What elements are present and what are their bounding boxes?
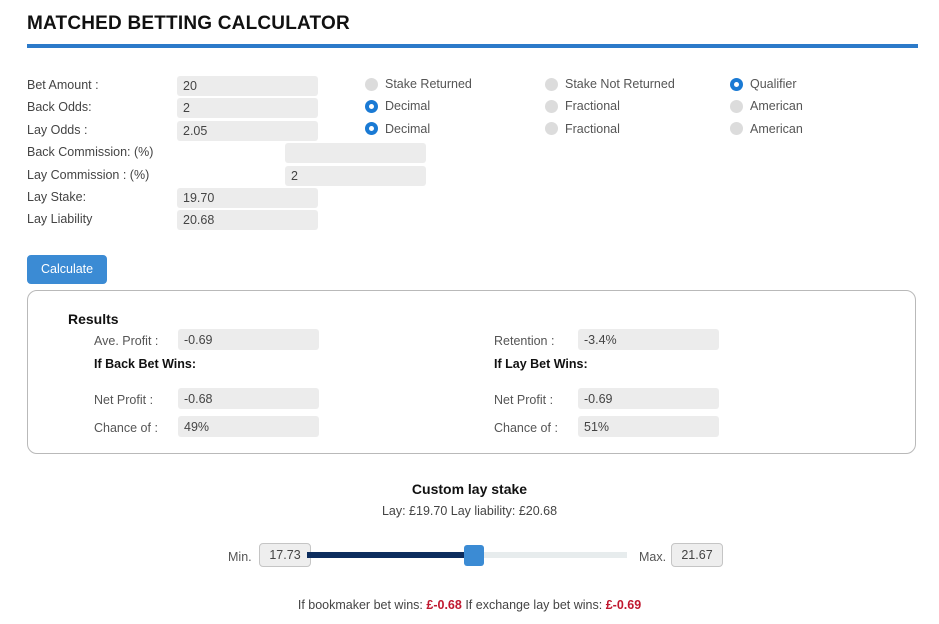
radio-lay-american[interactable]: American	[730, 122, 803, 136]
slider-max-label: Max.	[639, 550, 667, 564]
calculate-button[interactable]: Calculate	[27, 255, 108, 284]
radio-icon-lay-decimal[interactable]	[365, 122, 378, 136]
radio-lay-fractional[interactable]: Fractional	[545, 122, 620, 136]
radio-back-decimal[interactable]: Decimal	[365, 99, 430, 113]
lay-stake-label: Lay Stake:	[27, 189, 87, 204]
form-row-lay-stake: Lay Stake:	[0, 187, 939, 210]
form-row-lay-odds: Lay Odds : Decimal Fractional American	[0, 120, 939, 143]
radio-label-qualifier: Qualifier	[750, 77, 797, 91]
outcome-summary: If bookmaker bet wins: £-0.68 If exchang…	[0, 598, 939, 612]
radio-icon-lay-american[interactable]	[730, 122, 743, 136]
ave-profit-label: Ave. Profit :	[94, 334, 159, 348]
radio-label-stake-not-returned: Stake Not Returned	[565, 77, 675, 91]
radio-label-back-decimal: Decimal	[385, 99, 431, 114]
radio-label-lay-fractional: Fractional	[565, 121, 620, 136]
lay-commission-input[interactable]	[285, 165, 426, 186]
lay-net-profit-value[interactable]	[578, 388, 719, 409]
radio-label-lay-decimal: Decimal	[385, 121, 431, 136]
retention-value[interactable]	[578, 329, 719, 350]
bet-amount-label: Bet Amount :	[27, 78, 99, 92]
lay-odds-label: Lay Odds :	[27, 122, 88, 137]
radio-icon-back-decimal[interactable]	[365, 99, 378, 113]
radio-stake-returned[interactable]: Stake Returned	[365, 77, 472, 91]
form-row-back-odds: Back Odds: Decimal Fractional American	[0, 98, 939, 120]
slider-handle[interactable]	[464, 545, 484, 566]
lay-liability-label: Lay Liability	[27, 212, 93, 227]
bookmaker-wins-label: If bookmaker bet wins:	[297, 598, 423, 612]
custom-lay-stake-title: Custom lay stake	[411, 481, 528, 497]
radio-stake-not-returned[interactable]: Stake Not Returned	[545, 77, 675, 91]
radio-label-lay-american: American	[750, 121, 803, 136]
slider-min-input[interactable]	[259, 543, 311, 567]
form-row-lay-commission: Lay Commission : (%)	[0, 165, 939, 188]
lay-commission-label: Lay Commission : (%)	[27, 167, 150, 182]
radio-back-american[interactable]: American	[730, 99, 803, 113]
back-odds-label: Back Odds:	[27, 100, 92, 115]
back-net-profit-label: Net Profit :	[94, 393, 154, 407]
slider-max-input[interactable]	[671, 543, 723, 567]
radio-label-stake-returned: Stake Returned	[385, 77, 472, 91]
slider-fill	[307, 552, 473, 558]
calculator-form: Bet Amount : Stake Returned Stake Not Re…	[0, 76, 939, 233]
if-back-bet-wins-label: If Back Bet Wins:	[94, 357, 196, 371]
bet-amount-input[interactable]	[177, 76, 318, 96]
radio-icon-stake-not-returned[interactable]	[545, 77, 558, 91]
slider-min-label: Min.	[228, 550, 252, 564]
custom-lay-stake-slider-row: Min. Max.	[0, 543, 939, 573]
results-heading: Results	[68, 311, 119, 327]
back-chance-value[interactable]	[178, 416, 319, 437]
custom-lay-stake-subtitle: Lay: £19.70 Lay liability: £20.68	[381, 504, 558, 518]
radio-back-fractional[interactable]: Fractional	[545, 99, 620, 113]
back-commission-label: Back Commission: (%)	[27, 145, 154, 160]
form-row-back-commission: Back Commission: (%)	[0, 143, 939, 165]
ave-profit-value[interactable]	[178, 329, 319, 350]
back-odds-input[interactable]	[177, 98, 318, 119]
exchange-wins-amount: £-0.69	[605, 598, 642, 612]
lay-chance-label: Chance of :	[494, 421, 558, 435]
header-divider	[27, 44, 918, 48]
results-panel: Results Ave. Profit : If Back Bet Wins: …	[27, 290, 916, 454]
bookmaker-wins-amount: £-0.68	[426, 598, 462, 612]
radio-icon-back-fractional[interactable]	[545, 99, 558, 113]
back-commission-input[interactable]	[285, 143, 426, 164]
form-row-bet-amount: Bet Amount : Stake Returned Stake Not Re…	[0, 76, 939, 98]
lay-stake-input[interactable]	[177, 187, 318, 208]
slider-track[interactable]	[307, 545, 627, 566]
back-net-profit-value[interactable]	[178, 388, 319, 409]
radio-label-back-fractional: Fractional	[565, 99, 620, 114]
back-chance-label: Chance of :	[94, 421, 158, 435]
lay-liability-input[interactable]	[177, 210, 318, 231]
lay-odds-input[interactable]	[177, 120, 318, 141]
retention-label: Retention :	[494, 334, 555, 348]
lay-net-profit-label: Net Profit :	[494, 393, 554, 407]
radio-lay-decimal[interactable]: Decimal	[365, 122, 430, 136]
radio-icon-stake-returned[interactable]	[365, 77, 378, 91]
lay-chance-value[interactable]	[578, 416, 719, 437]
radio-icon-lay-fractional[interactable]	[545, 122, 558, 136]
exchange-wins-label: If exchange lay bet wins:	[465, 598, 603, 612]
radio-icon-qualifier[interactable]	[730, 77, 743, 91]
radio-qualifier[interactable]: Qualifier	[730, 77, 797, 91]
radio-label-back-american: American	[750, 99, 803, 114]
page-title: MATCHED BETTING CALCULATOR	[27, 13, 350, 34]
radio-icon-back-american[interactable]	[730, 99, 743, 113]
form-row-lay-liability: Lay Liability	[0, 210, 939, 232]
if-lay-bet-wins-label: If Lay Bet Wins:	[494, 357, 588, 371]
